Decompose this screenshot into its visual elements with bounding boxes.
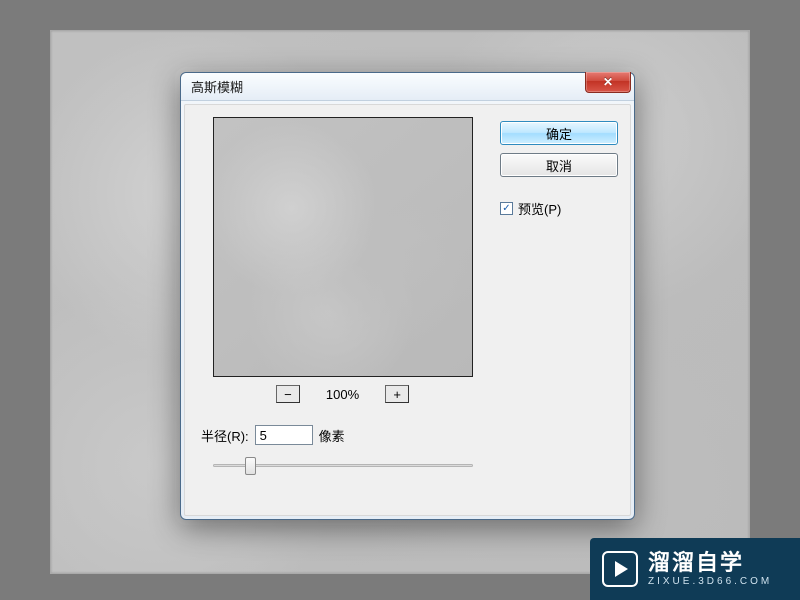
preview-image[interactable] [213, 117, 473, 377]
gaussian-blur-dialog: 高斯模糊 ✕ − 100% + 半径(R): 像素 [180, 72, 635, 520]
cancel-button-label: 取消 [546, 156, 572, 175]
radius-label: 半径(R): [201, 426, 249, 445]
titlebar[interactable]: 高斯模糊 ✕ [181, 73, 634, 101]
preview-checkbox-row[interactable]: ✓ 预览(P) [500, 199, 618, 218]
radius-unit: 像素 [319, 426, 345, 445]
slider-thumb[interactable] [245, 457, 256, 475]
watermark-text: 溜溜自学 ZIXUE.3D66.COM [648, 551, 772, 586]
zoom-in-button[interactable]: + [385, 385, 409, 403]
radius-row: 半径(R): 像素 [201, 425, 345, 445]
close-icon: ✕ [603, 75, 613, 89]
zoom-level: 100% [326, 387, 359, 402]
right-column: 确定 取消 ✓ 预览(P) [500, 117, 618, 503]
play-icon [602, 551, 638, 587]
preview-checkbox-label: 预览(P) [518, 199, 561, 218]
dialog-title: 高斯模糊 [191, 77, 243, 96]
left-column: − 100% + 半径(R): 像素 [197, 117, 488, 503]
triangle-icon [615, 561, 628, 577]
close-button[interactable]: ✕ [585, 72, 631, 93]
ok-button-label: 确定 [546, 124, 572, 143]
plus-icon: + [393, 388, 401, 401]
zoom-controls: − 100% + [276, 383, 409, 405]
watermark: 溜溜自学 ZIXUE.3D66.COM [590, 538, 800, 600]
ok-button[interactable]: 确定 [500, 121, 618, 145]
radius-input[interactable] [255, 425, 313, 445]
checkbox-icon[interactable]: ✓ [500, 202, 513, 215]
watermark-brand: 溜溜自学 [648, 551, 772, 575]
cancel-button[interactable]: 取消 [500, 153, 618, 177]
zoom-out-button[interactable]: − [276, 385, 300, 403]
radius-slider[interactable] [213, 455, 473, 477]
dialog-body: − 100% + 半径(R): 像素 确定 取消 [184, 104, 631, 516]
minus-icon: − [284, 388, 292, 401]
watermark-url: ZIXUE.3D66.COM [648, 576, 772, 587]
